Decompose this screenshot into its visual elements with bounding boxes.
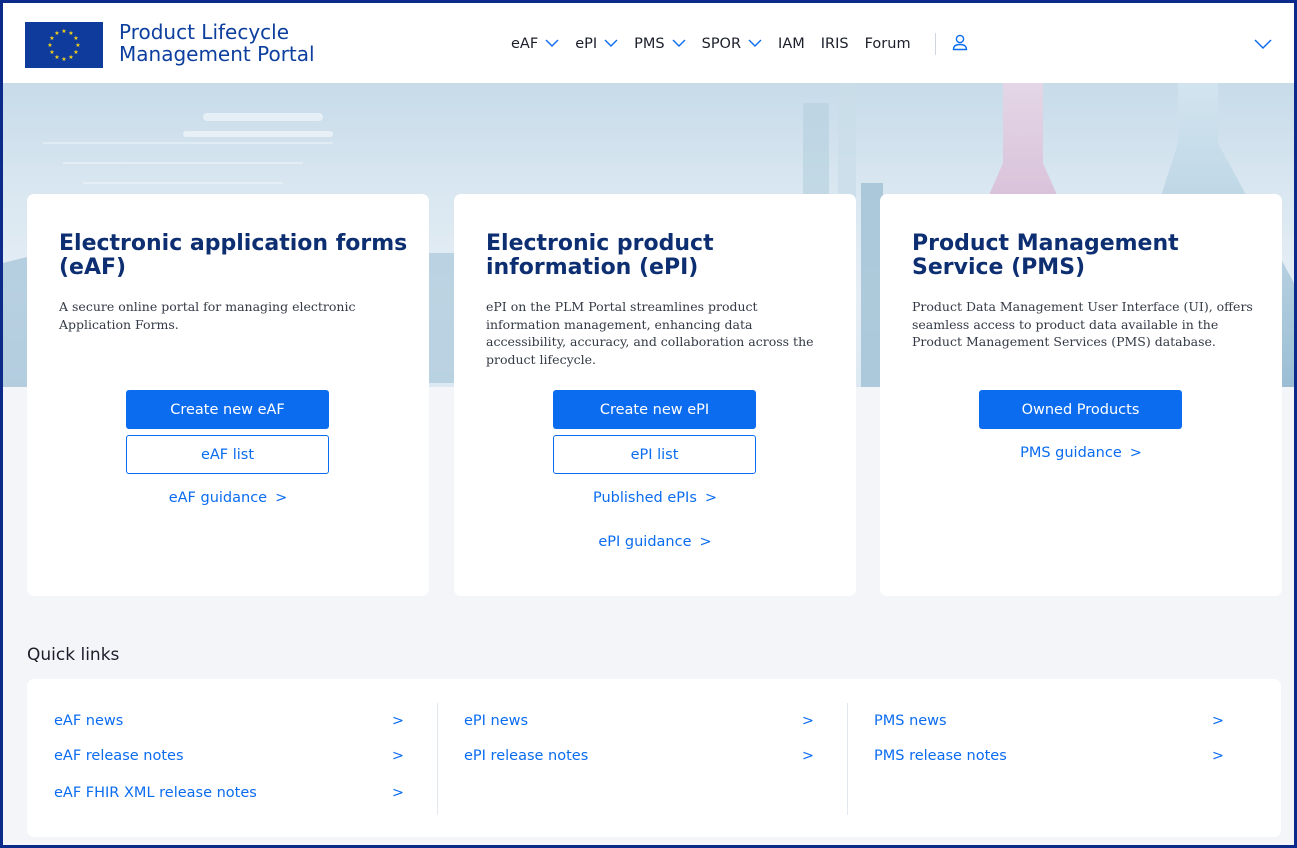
nav-pms[interactable]: PMS xyxy=(634,36,686,52)
eu-flag-logo[interactable]: ★ ★ ★ ★ ★ ★ ★ ★ ★ ★ ★ ★ xyxy=(25,22,103,68)
eaf-fhir-xml-release-notes-link[interactable]: eAF FHIR XML release notes > xyxy=(54,785,404,807)
create-new-epi-button[interactable]: Create new ePI xyxy=(553,390,756,429)
column-divider xyxy=(847,703,848,815)
svg-text:★: ★ xyxy=(54,30,59,37)
chevron-down-icon xyxy=(604,36,618,52)
card-epi-title: Electronic product information (ePI) xyxy=(486,231,714,280)
chevron-right-icon: > xyxy=(1211,713,1224,729)
card-eaf-description: A secure online portal for managing elec… xyxy=(59,299,356,332)
chevron-down-icon xyxy=(672,36,686,52)
top-header: ★ ★ ★ ★ ★ ★ ★ ★ ★ ★ ★ ★ Product Lifecycl… xyxy=(3,3,1294,83)
eaf-guidance-link[interactable]: eAF guidance > xyxy=(27,490,429,506)
epi-release-notes-link[interactable]: ePI release notes > xyxy=(464,748,814,770)
card-eaf-title: Electronic application forms (eAF) xyxy=(59,231,408,280)
card-pms-title: Product Management Service (PMS) xyxy=(912,231,1179,280)
quick-links-panel: eAF news > eAF release notes > eAF FHIR … xyxy=(27,679,1281,837)
portal-title[interactable]: Product Lifecycle Management Portal xyxy=(119,21,315,65)
pms-guidance-label: PMS guidance xyxy=(1020,445,1122,461)
chevron-right-icon: > xyxy=(801,713,814,729)
eaf-news-label: eAF news xyxy=(54,713,124,729)
user-icon[interactable] xyxy=(952,34,968,55)
published-epis-label: Published ePIs xyxy=(592,490,697,506)
nav-epi-label: ePI xyxy=(575,36,598,52)
chevron-down-icon xyxy=(748,36,762,52)
card-eaf: Electronic application forms (eAF) A sec… xyxy=(27,194,429,596)
eaf-fhir-xml-release-notes-label: eAF FHIR XML release notes xyxy=(54,785,257,801)
nav-iris-label: IRIS xyxy=(820,36,849,52)
card-epi-description: ePI on the PLM Portal streamlines produc… xyxy=(486,299,814,367)
pms-news-label: PMS news xyxy=(874,713,947,729)
published-epis-link[interactable]: Published ePIs > xyxy=(454,490,856,506)
quick-links-column-pms: PMS news > PMS release notes > xyxy=(874,701,1224,815)
card-epi: Electronic product information (ePI) ePI… xyxy=(454,194,856,596)
quick-links-title: Quick links xyxy=(27,645,120,665)
svg-text:★: ★ xyxy=(49,49,54,56)
eaf-list-button[interactable]: eAF list xyxy=(126,435,329,474)
epi-guidance-link[interactable]: ePI guidance > xyxy=(454,534,856,550)
epi-guidance-label: ePI guidance xyxy=(598,534,692,550)
svg-text:★: ★ xyxy=(75,42,80,49)
chevron-down-icon xyxy=(545,36,559,52)
svg-text:★: ★ xyxy=(61,56,66,63)
chevron-right-icon: > xyxy=(1211,748,1224,764)
page-frame: ★ ★ ★ ★ ★ ★ ★ ★ ★ ★ ★ ★ Product Lifecycl… xyxy=(0,0,1297,848)
portal-title-line1: Product Lifecycle xyxy=(119,20,290,44)
epi-news-link[interactable]: ePI news > xyxy=(464,713,814,735)
svg-text:★: ★ xyxy=(54,54,59,61)
chevron-right-icon: > xyxy=(391,713,404,729)
chevron-right-icon: > xyxy=(275,490,288,506)
svg-text:★: ★ xyxy=(73,35,78,42)
nav-pms-label: PMS xyxy=(634,36,665,52)
svg-text:★: ★ xyxy=(47,42,52,49)
pms-release-notes-label: PMS release notes xyxy=(874,748,1007,764)
nav-forum-label: Forum xyxy=(864,36,911,52)
epi-release-notes-label: ePI release notes xyxy=(464,748,589,764)
svg-text:★: ★ xyxy=(73,49,78,56)
epi-list-button[interactable]: ePI list xyxy=(553,435,756,474)
card-pms: Product Management Service (PMS) Product… xyxy=(880,194,1282,596)
owned-products-button[interactable]: Owned Products xyxy=(979,390,1182,429)
chevron-right-icon: > xyxy=(1129,445,1142,461)
chevron-right-icon: > xyxy=(391,785,404,801)
svg-text:★: ★ xyxy=(68,54,73,61)
nav-spor[interactable]: SPOR xyxy=(702,36,762,52)
eaf-release-notes-label: eAF release notes xyxy=(54,748,184,764)
portal-title-line2: Management Portal xyxy=(119,42,315,66)
eaf-news-link[interactable]: eAF news > xyxy=(54,713,404,735)
eaf-guidance-label: eAF guidance xyxy=(168,490,268,506)
nav-eaf[interactable]: eAF xyxy=(511,36,559,52)
chevron-right-icon: > xyxy=(391,748,404,764)
nav-epi[interactable]: ePI xyxy=(575,36,618,52)
column-divider xyxy=(437,703,438,815)
chevron-right-icon: > xyxy=(699,534,712,550)
nav-spor-label: SPOR xyxy=(701,36,742,52)
chevron-right-icon: > xyxy=(801,748,814,764)
pms-guidance-link[interactable]: PMS guidance > xyxy=(880,445,1282,461)
nav-eaf-label: eAF xyxy=(511,36,539,52)
svg-text:★: ★ xyxy=(61,28,66,35)
nav-iam-label: IAM xyxy=(778,36,805,52)
epi-news-label: ePI news xyxy=(464,713,529,729)
create-new-eaf-button[interactable]: Create new eAF xyxy=(126,390,329,429)
menu-chevron-down-icon[interactable] xyxy=(1254,35,1272,54)
quick-links-column-eaf: eAF news > eAF release notes > eAF FHIR … xyxy=(54,701,404,815)
eaf-release-notes-link[interactable]: eAF release notes > xyxy=(54,748,404,770)
nav-forum[interactable]: Forum xyxy=(865,36,911,52)
nav-divider xyxy=(934,33,936,55)
card-pms-description: Product Data Management User Interface (… xyxy=(912,299,1253,349)
pms-release-notes-link[interactable]: PMS release notes > xyxy=(874,748,1224,770)
pms-news-link[interactable]: PMS news > xyxy=(874,713,1224,735)
quick-links-column-epi: ePI news > ePI release notes > xyxy=(464,701,814,815)
nav-iam[interactable]: IAM xyxy=(778,36,805,52)
chevron-right-icon: > xyxy=(704,490,718,506)
main-nav: eAF ePI PMS SPOR IAM IRIS Forum xyxy=(511,33,968,55)
nav-iris[interactable]: IRIS xyxy=(821,36,849,52)
